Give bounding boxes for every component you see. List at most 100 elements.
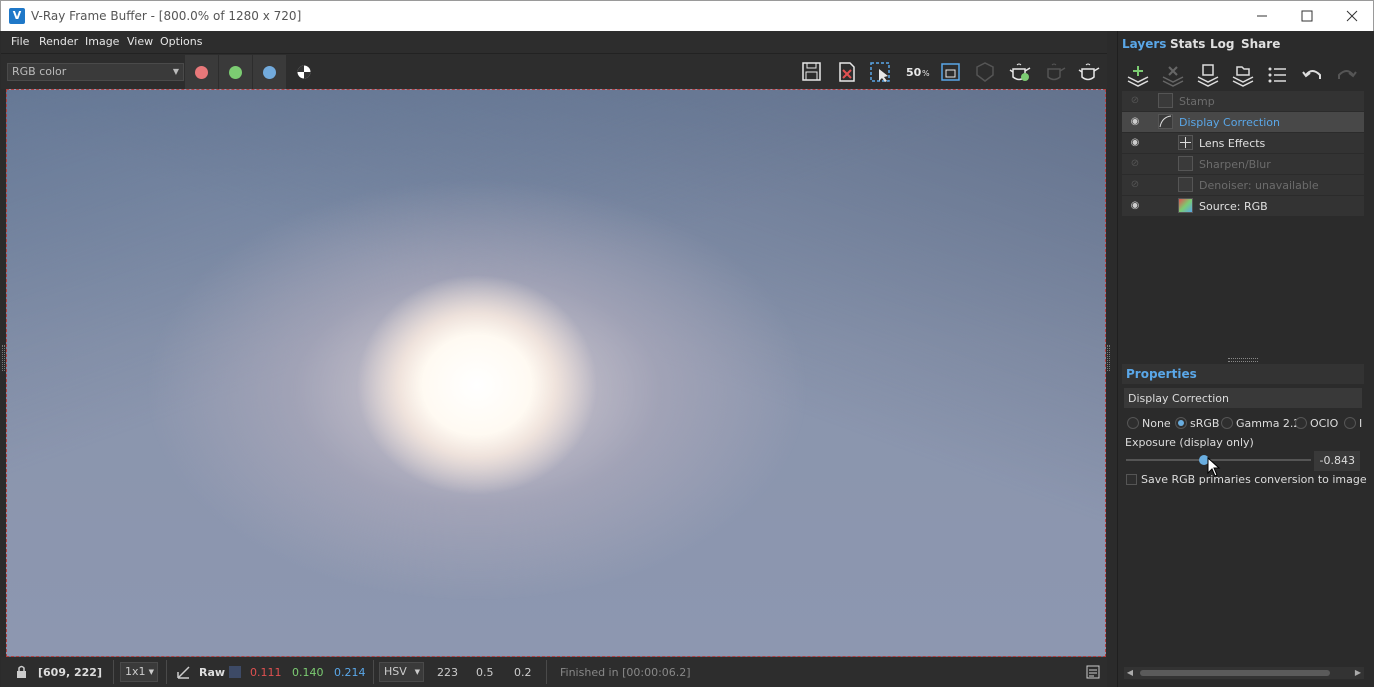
eye-icon[interactable]: ◉ [1128, 200, 1142, 212]
eye-icon[interactable]: ◉ [1128, 116, 1142, 128]
pixel-coords: [609, 222] [38, 666, 102, 679]
menu-file[interactable]: File [11, 35, 29, 48]
green-value: 0.140 [292, 666, 324, 679]
horizontal-scrollbar[interactable]: ◀ ▶ [1124, 667, 1364, 679]
blue-value: 0.214 [334, 666, 366, 679]
color-space-select[interactable]: HSV ▼ [379, 662, 424, 682]
left-resize-handle[interactable] [2, 345, 5, 371]
alpha-icon [297, 65, 311, 79]
tab-log[interactable]: Log [1210, 37, 1234, 51]
save-button[interactable] [800, 61, 824, 83]
radio-none[interactable] [1127, 417, 1139, 429]
zoom-ratio-select[interactable]: 1x1 ▼ [120, 662, 158, 682]
panel-resize-handle[interactable] [1107, 345, 1110, 371]
radio-srgb[interactable] [1175, 417, 1187, 429]
value-value: 0.2 [514, 666, 532, 679]
scroll-right-icon[interactable]: ▶ [1352, 667, 1364, 679]
radio-label-gamma: Gamma 2.2 [1236, 417, 1301, 430]
eye-off-icon[interactable]: ⊘ [1128, 179, 1142, 191]
tab-share[interactable]: Share [1241, 37, 1280, 51]
undo-button[interactable] [1300, 63, 1326, 87]
tab-layers[interactable]: Layers [1122, 37, 1166, 51]
chevron-down-icon: ▼ [148, 668, 154, 676]
lock-icon[interactable] [13, 664, 29, 680]
mouse-cursor-icon [1207, 457, 1221, 477]
teapot-icon [1078, 63, 1100, 81]
render-viewport[interactable] [6, 89, 1106, 657]
menu-render[interactable]: Render [39, 35, 78, 48]
radio-gamma[interactable] [1221, 417, 1233, 429]
scrollbar-thumb[interactable] [1140, 670, 1330, 676]
layer-name: Denoiser: unavailable [1199, 179, 1319, 192]
render-button[interactable] [1007, 61, 1031, 83]
stamp-layer-icon [1158, 93, 1173, 108]
radio-ocio[interactable] [1295, 417, 1307, 429]
properties-title: Properties [1126, 367, 1197, 381]
menu-view[interactable]: View [127, 35, 153, 48]
layer-lens-effects[interactable]: ◉ Lens Effects [1122, 133, 1364, 153]
radio-icc[interactable] [1344, 417, 1356, 429]
maximize-button[interactable] [1284, 1, 1330, 31]
interactive-render-button[interactable] [1042, 61, 1066, 83]
eye-off-icon[interactable]: ⊘ [1128, 95, 1142, 107]
minimize-button[interactable] [1239, 1, 1285, 31]
layer-list-button[interactable] [1265, 63, 1291, 87]
status-separator [113, 660, 114, 684]
svg-text:%: % [922, 69, 930, 78]
add-layer-button[interactable] [1125, 63, 1151, 87]
properties-header: Properties [1122, 364, 1364, 384]
layer-display-correction[interactable]: ◉ Display Correction [1122, 112, 1364, 132]
blue-dot-icon [263, 66, 276, 79]
red-channel-button[interactable] [185, 55, 218, 89]
fit-button[interactable] [939, 61, 963, 83]
layer-source-rgb[interactable]: ◉ Source: RGB [1122, 196, 1364, 216]
scroll-left-icon[interactable]: ◀ [1124, 667, 1136, 679]
redo-button[interactable] [1333, 63, 1359, 87]
load-layers-button[interactable] [1230, 63, 1256, 87]
right-panel: Layers Stats Log Share ⊘ Stamp ◉ Display… [1117, 31, 1374, 687]
channel-select[interactable]: RGB color ▼ [7, 63, 184, 81]
blue-channel-button[interactable] [253, 55, 286, 89]
status-separator [373, 660, 374, 684]
green-channel-button[interactable] [219, 55, 252, 89]
color-clamp-icon[interactable] [175, 664, 191, 680]
track-mouse-icon [976, 62, 994, 82]
log-icon[interactable] [1086, 665, 1100, 679]
add-layer-icon [1127, 66, 1149, 87]
exposure-value-field[interactable]: -0.843 [1314, 451, 1360, 471]
eye-off-icon[interactable]: ⊘ [1128, 158, 1142, 170]
render-icon [1009, 63, 1031, 81]
layer-name: Sharpen/Blur [1199, 158, 1271, 171]
rgb-source-icon [1178, 198, 1193, 213]
track-mouse-button[interactable] [973, 61, 997, 83]
menu-bar: File Render Image View Options [1, 31, 1107, 53]
zoom-50-button[interactable]: 50% [904, 61, 930, 83]
layer-sharpen-blur[interactable]: ⊘ Sharpen/Blur [1122, 154, 1364, 174]
save-rgb-primaries-checkbox[interactable] [1126, 474, 1137, 485]
clear-icon [839, 62, 855, 82]
status-separator [166, 660, 167, 684]
stop-render-button[interactable] [1076, 61, 1100, 83]
properties-layer-name: Display Correction [1124, 388, 1362, 408]
zoom-50-icon: 50% [906, 66, 930, 79]
radio-label-none: None [1142, 417, 1171, 430]
panel-splitter[interactable] [1118, 356, 1374, 364]
menu-image[interactable]: Image [85, 35, 119, 48]
eye-icon[interactable]: ◉ [1128, 137, 1142, 149]
layer-denoiser[interactable]: ⊘ Denoiser: unavailable [1122, 175, 1364, 195]
radio-label-icc: I [1359, 417, 1363, 430]
alpha-channel-button[interactable] [287, 55, 320, 89]
save-layers-button[interactable] [1195, 63, 1221, 87]
menu-options[interactable]: Options [160, 35, 202, 48]
layer-stamp[interactable]: ⊘ Stamp [1122, 91, 1364, 111]
clear-image-button[interactable] [835, 61, 859, 83]
hue-value: 223 [437, 666, 458, 679]
toolbar: RGB color ▼ 50% [1, 53, 1107, 89]
tab-stats[interactable]: Stats [1170, 37, 1205, 51]
delete-layer-button[interactable] [1160, 63, 1186, 87]
minimize-icon [1257, 15, 1267, 17]
close-button[interactable] [1329, 1, 1374, 31]
region-render-button[interactable] [869, 61, 893, 83]
delete-layer-icon [1162, 66, 1184, 87]
grip-icon [1228, 358, 1258, 362]
